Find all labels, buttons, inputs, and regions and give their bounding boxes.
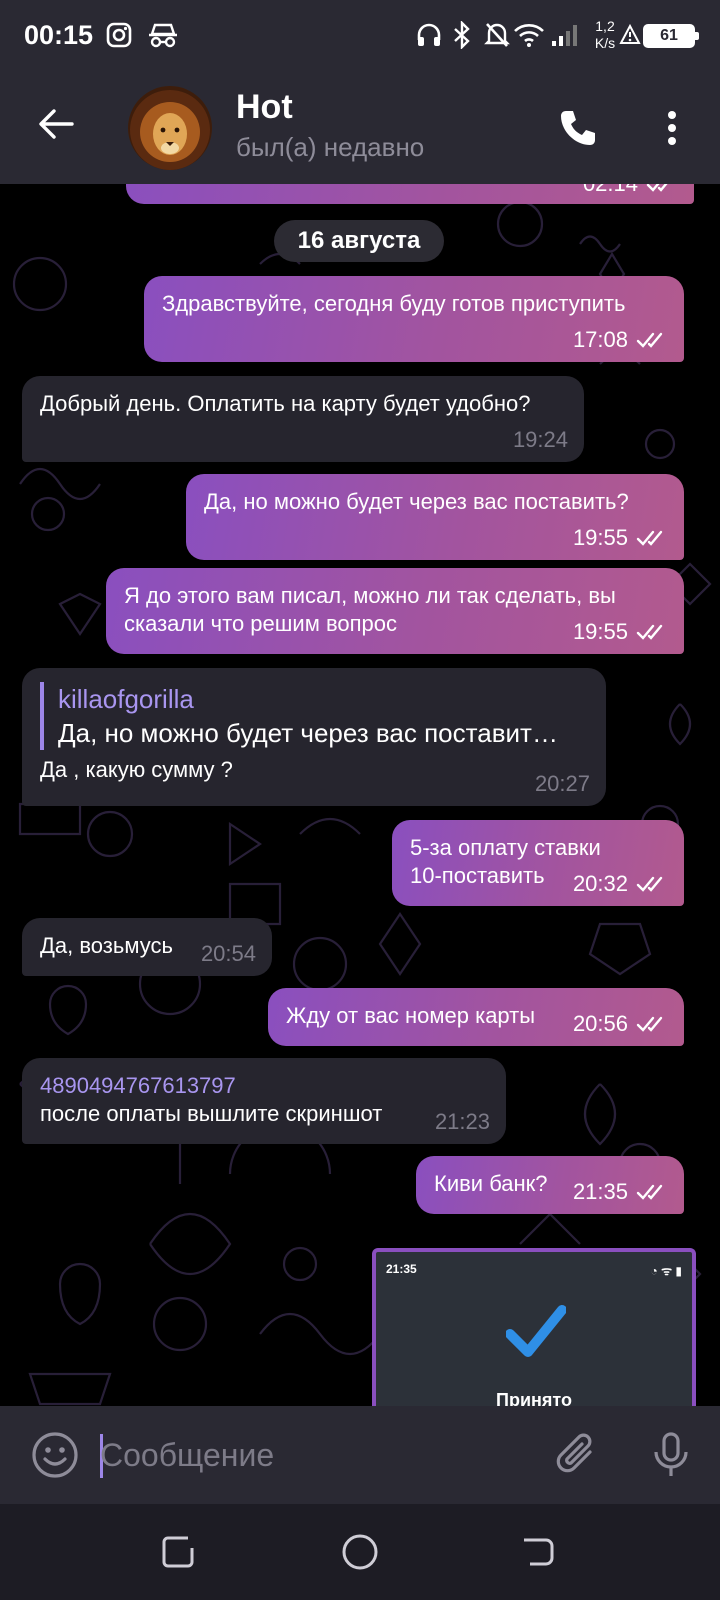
instagram-icon — [104, 18, 134, 52]
double-check-icon — [636, 624, 663, 640]
message-time: 21:35 — [572, 1179, 628, 1204]
attach-button[interactable] — [552, 1430, 602, 1480]
double-check-icon — [636, 1184, 663, 1200]
preview-status-icons: ◔ ᯤ ▮ — [650, 1264, 682, 1278]
preview-status-bar: 21:35 ◔ ᯤ ▮ — [386, 1262, 682, 1279]
back-nav-icon — [524, 1538, 554, 1566]
image-message-preview[interactable]: 21:35 ◔ ᯤ ▮ Принято — [372, 1248, 696, 1406]
chat-header: Hot был(а) недавно — [0, 72, 720, 184]
message-text-line: 5-за оплату ставки — [410, 835, 601, 860]
message-composer: Сообщение — [0, 1406, 720, 1504]
speed-value: 1,2 — [595, 18, 615, 34]
message-meta: 21:35 — [573, 1178, 668, 1206]
message-time: 20:54 — [200, 941, 256, 966]
message-meta: 19:24 — [513, 426, 568, 454]
wifi-icon — [512, 18, 546, 52]
headphones-icon — [414, 18, 444, 52]
emoji-button[interactable] — [30, 1430, 80, 1480]
message-bubble[interactable]: Добрый день. Оплатить на карту будет удо… — [22, 376, 584, 462]
bell-off-icon — [482, 18, 512, 52]
incognito-icon — [146, 18, 180, 52]
date-separator: 16 августа — [274, 220, 444, 262]
more-options-button[interactable] — [646, 102, 698, 154]
chat-history[interactable]: 02:14 16 августа Здравствуйте, сегодня б… — [0, 184, 720, 1406]
message-time: 20:56 — [572, 1011, 628, 1036]
microphone-icon — [654, 1432, 688, 1476]
back-button[interactable] — [28, 96, 84, 152]
message-text: Да , какую сумму ? — [40, 757, 233, 782]
phone-icon — [561, 111, 595, 145]
message-meta: 19:55 — [573, 524, 668, 552]
lion-avatar-image — [130, 90, 210, 170]
message-meta: 17:08 — [573, 326, 668, 354]
paperclip-icon — [556, 1433, 592, 1473]
message-bubble[interactable]: Киви банк? 21:35 — [416, 1156, 684, 1214]
bluetooth-icon — [450, 18, 474, 52]
message-meta: 21:23 — [435, 1108, 490, 1136]
reply-text: Да, но можно будет через вас поставит… — [58, 718, 558, 748]
recents-icon — [162, 1536, 194, 1568]
message-bubble[interactable]: Да, но можно будет через вас поставить? … — [186, 474, 684, 560]
smiley-icon — [32, 1432, 78, 1478]
message-time: 20:32 — [572, 871, 628, 896]
preview-label: Принято — [496, 1390, 572, 1406]
signal-icon — [548, 18, 582, 52]
double-check-icon — [636, 332, 663, 348]
double-check-icon — [646, 184, 668, 192]
message-text: Добрый день. Оплатить на карту будет удо… — [40, 391, 531, 416]
status-time: 00:15 — [24, 20, 94, 50]
message-time: 21:23 — [434, 1109, 490, 1134]
speed-unit: K/s — [594, 35, 616, 51]
reply-author: killaofgorilla — [58, 684, 194, 714]
message-time: 19:55 — [572, 619, 628, 644]
message-meta: 02:14 — [583, 184, 678, 198]
checkmark-icon — [506, 1305, 566, 1357]
message-text: Да, но можно будет через вас поставить? — [204, 489, 629, 514]
chat-status: был(а) недавно — [236, 132, 425, 162]
status-bar: 00:15 1,2 K/s 61 — [0, 0, 720, 72]
message-meta: 20:27 — [535, 770, 590, 798]
message-bubble[interactable]: 4890494767613797 после оплаты вышлите ск… — [22, 1058, 506, 1144]
double-check-icon — [636, 530, 663, 546]
message-text: Здравствуйте, сегодня буду готов приступ… — [162, 291, 626, 316]
message-bubble[interactable]: Здравствуйте, сегодня буду готов приступ… — [144, 276, 684, 362]
message-meta: 20:56 — [573, 1010, 668, 1038]
call-button[interactable] — [552, 102, 604, 154]
more-vertical-icon — [668, 111, 676, 145]
preview-time: 21:35 — [386, 1262, 417, 1276]
double-check-icon — [636, 876, 663, 892]
home-circle-icon — [342, 1534, 378, 1570]
nav-back-button[interactable] — [516, 1530, 560, 1574]
chat-title[interactable]: Hot — [236, 88, 293, 127]
message-time: 20:27 — [534, 771, 590, 796]
reply-quote[interactable]: killaofgorilla Да, но можно будет через … — [40, 682, 588, 750]
message-input[interactable]: Сообщение — [100, 1428, 520, 1482]
message-time: 19:55 — [572, 525, 628, 550]
network-speed: 1,2 K/s — [590, 18, 620, 52]
message-bubble-reply[interactable]: killaofgorilla Да, но можно будет через … — [22, 668, 606, 806]
alert-icon — [618, 18, 642, 52]
voice-record-button[interactable] — [646, 1430, 696, 1480]
double-check-icon — [636, 1016, 663, 1032]
message-bubble-partial[interactable]: 02:14 — [126, 184, 694, 204]
message-bubble[interactable]: 5-за оплату ставки 10-поставить 20:32 — [392, 820, 684, 906]
battery-indicator: 61 — [643, 24, 699, 48]
system-navigation-bar — [0, 1504, 720, 1600]
recent-apps-button[interactable] — [158, 1530, 202, 1574]
message-bubble[interactable]: Да, возьмусь 20:54 — [22, 918, 272, 976]
home-button[interactable] — [338, 1530, 382, 1574]
card-number-link[interactable]: 4890494767613797 — [40, 1072, 488, 1100]
message-time: 02:14 — [583, 184, 638, 198]
message-meta: 20:32 — [573, 870, 668, 898]
message-time: 19:24 — [512, 427, 568, 452]
message-meta: 20:54 — [201, 940, 256, 968]
message-meta: 19:55 — [573, 618, 668, 646]
message-bubble[interactable]: Я до этого вам писал, можно ли так сдела… — [106, 568, 684, 654]
arrow-left-icon — [39, 109, 74, 139]
message-time: 17:08 — [572, 327, 628, 352]
message-text: после оплаты вышлите скриншот — [40, 1101, 383, 1126]
avatar[interactable] — [128, 86, 212, 170]
message-bubble[interactable]: Жду от вас номер карты 20:56 — [268, 988, 684, 1046]
